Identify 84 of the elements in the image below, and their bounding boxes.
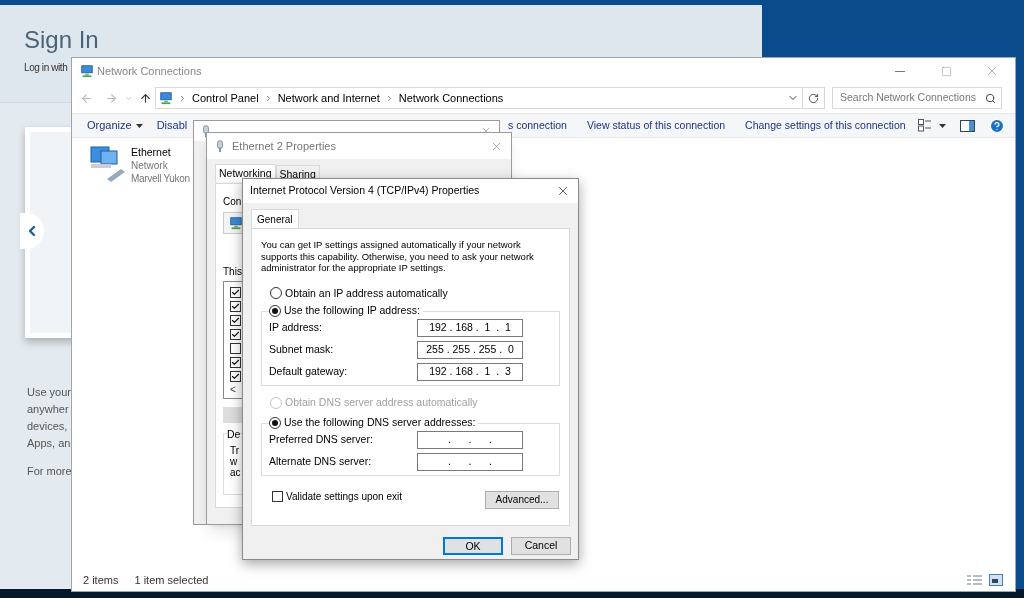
field-label: This [223, 265, 242, 279]
dialog-button[interactable]: OK [443, 537, 503, 555]
toolbar-button[interactable]: Change settings of this connection [745, 117, 906, 134]
network-folder-icon [80, 64, 94, 78]
minimize-icon [895, 70, 905, 72]
breadcrumb-item[interactable]: Network and Internet [277, 89, 380, 107]
caret-icon [135, 123, 143, 128]
ip-field[interactable]: . . . [417, 452, 523, 471]
ip-field[interactable]: . . . [417, 430, 523, 449]
window-title: Network Connections [97, 63, 202, 79]
checkbox[interactable] [230, 314, 241, 326]
connection-item[interactable]: Ethernet Network Marvell Yukon [87, 145, 192, 185]
body-text: Apps, an [27, 436, 72, 451]
refresh-icon [808, 92, 819, 104]
dialog-button[interactable]: Cancel [511, 537, 571, 555]
body-text: anywher [27, 402, 70, 417]
description-text: ac [230, 466, 241, 478]
field-label: Alternate DNS server: [269, 453, 372, 469]
description-text: Tr [230, 444, 240, 456]
toolbar-button[interactable]: s connection [508, 117, 567, 134]
field-label: IP address: [269, 320, 322, 336]
checkbox-label: Validate settings upon exit [286, 490, 402, 504]
dialog-title: Ethernet 2 Properties [232, 138, 336, 154]
caret-icon [939, 123, 946, 128]
search-field[interactable]: Search Network Connections [832, 87, 1002, 109]
toolbar-button[interactable]: Organize [87, 117, 143, 134]
view-icon [918, 119, 932, 132]
breadcrumb-item[interactable]: Control Panel [192, 89, 259, 107]
address-bar[interactable]: Control Panel Network and Internet Network Connections [155, 87, 803, 109]
help-icon[interactable] [989, 117, 1005, 134]
checkbox[interactable] [230, 370, 241, 382]
status-text: 2 items [83, 572, 119, 588]
body-text: devices, [27, 419, 69, 434]
radio-label: Obtain an IP address automatically [285, 285, 448, 301]
adapter-icon [229, 216, 243, 230]
connection-device: Marvell Yukon [131, 172, 190, 185]
search-icon [985, 92, 996, 104]
advanced-button[interactable]: Advanced... [485, 490, 559, 509]
checkbox[interactable] [230, 286, 241, 298]
field-label: Con [223, 195, 242, 209]
connection-name: Ethernet [131, 146, 172, 159]
checkbox[interactable] [230, 342, 241, 354]
footer-text: For more [27, 464, 72, 479]
ip-field[interactable]: 192 . 168 . 1 . 1 [417, 319, 523, 337]
plug-icon [216, 139, 224, 153]
ip-field[interactable]: 192 . 168 . 1 . 3 [417, 363, 523, 381]
chevron-right-icon [178, 93, 187, 103]
refresh-button[interactable] [803, 87, 825, 109]
tiles-view-icon[interactable] [989, 574, 1003, 586]
checkbox[interactable] [230, 328, 241, 340]
preview-pane-icon[interactable] [960, 119, 975, 132]
checkbox[interactable] [230, 356, 241, 368]
dialog-title: Internet Protocol Version 4 (TCP/IPv4) Properties [250, 183, 480, 199]
field-label: Subnet mask: [269, 342, 334, 358]
body-text: Use your [27, 385, 72, 400]
field-label: Default gateway: [269, 364, 348, 380]
checkbox[interactable] [230, 300, 241, 312]
page-subtitle: Log in with [24, 61, 68, 75]
network-folder-icon [159, 91, 173, 105]
tab[interactable]: General [251, 209, 299, 228]
field-label: Preferred DNS server: [269, 431, 373, 447]
radio-button[interactable] [270, 287, 282, 300]
checkbox[interactable] [272, 491, 283, 502]
close-icon [985, 64, 999, 78]
page-title: Sign In [24, 25, 100, 55]
description-text: You can get IP settings assigned automatically if your network supports this capability. Otherwise, you need to ask your network administrator for the appropriate IP settings. [261, 239, 535, 274]
radio-label: Use the following DNS server addresses: [284, 414, 476, 430]
radio-label: Use the following IP address: [284, 303, 420, 319]
ip-field[interactable]: 255 . 255 . 255 . 0 [417, 341, 523, 359]
connection-status: Network [131, 159, 169, 172]
maximize-icon [940, 65, 952, 77]
radio-button[interactable] [269, 305, 281, 318]
radio-label: Obtain DNS server address automatically [285, 395, 478, 410]
radio-button[interactable] [269, 416, 281, 429]
close-icon[interactable] [556, 184, 570, 198]
toolbar-button[interactable]: View status of this connection [586, 117, 726, 134]
breadcrumb-item[interactable]: Network Connections [398, 89, 504, 107]
scroll-left-button[interactable]: < [230, 384, 236, 396]
description-text: w [230, 455, 238, 467]
status-text: 1 item selected [134, 572, 209, 588]
toolbar-button[interactable]: Disabl [156, 117, 188, 134]
view-options-button[interactable] [918, 119, 946, 132]
up-icon[interactable] [139, 91, 152, 105]
plug-icon [202, 124, 210, 138]
